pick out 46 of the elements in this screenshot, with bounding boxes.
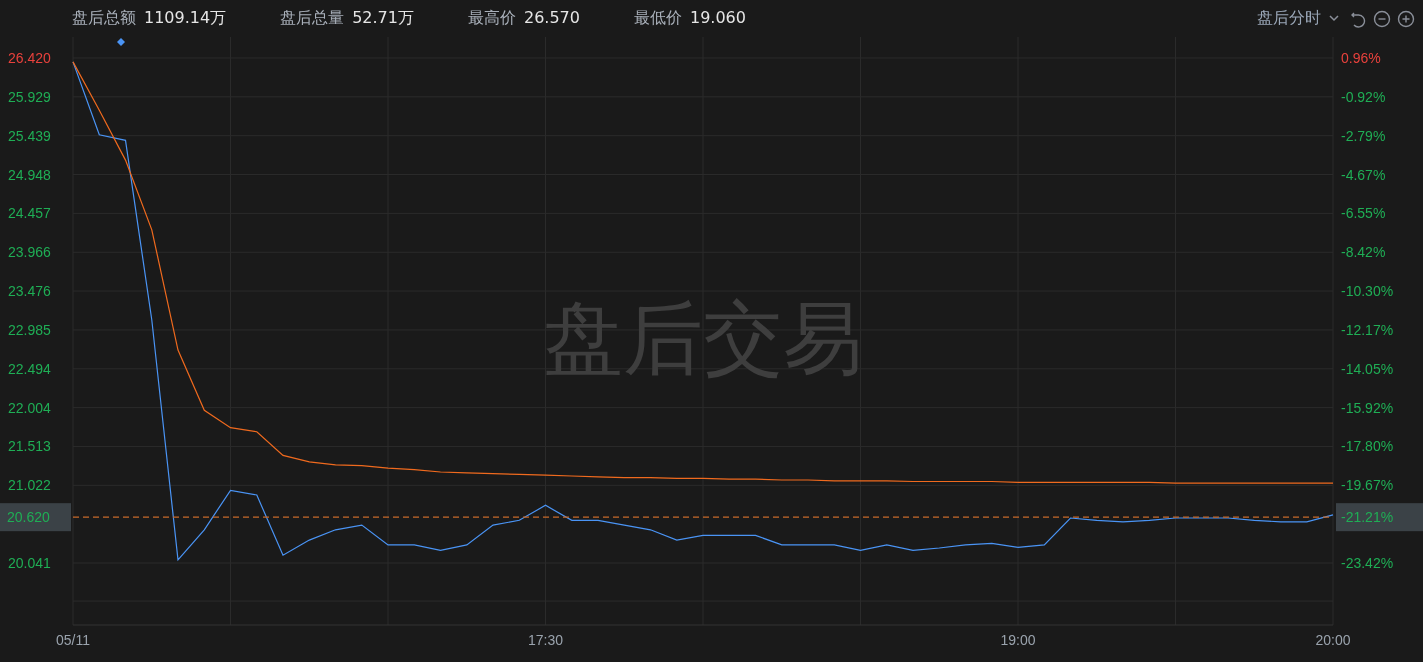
stat-value: 52.71万 <box>352 8 414 29</box>
stat-label: 盘后总额 <box>72 8 136 29</box>
reference-price: 20.620 <box>7 509 50 526</box>
axis-label: -4.67% <box>1341 166 1386 183</box>
axis-label: 22.004 <box>8 399 51 416</box>
axis-label: 20:00 <box>1315 632 1351 648</box>
axis-label: 24.457 <box>8 205 51 222</box>
stat-label: 最低价 <box>633 8 682 29</box>
axis-label: 0.96% <box>1341 50 1381 66</box>
stat-label: 盘后总量 <box>280 8 345 29</box>
axis-label: -19.67% <box>1341 477 1394 494</box>
axis-label: -8.42% <box>1341 244 1386 261</box>
axis-label: 22.985 <box>8 321 51 338</box>
zoom-in-icon[interactable] <box>1397 9 1415 28</box>
stat-value: 1109.14万 <box>144 8 227 29</box>
axis-label: 25.439 <box>8 127 51 144</box>
axis-label: 17:30 <box>528 632 563 648</box>
axis-label: -0.92% <box>1341 88 1386 105</box>
axis-label: -2.79% <box>1341 127 1386 144</box>
axis-label: 20.041 <box>8 555 51 571</box>
axis-label: 19:00 <box>1000 632 1036 648</box>
mode-dropdown[interactable]: 盘后分时 <box>1253 8 1343 29</box>
axis-label: 23.476 <box>8 283 51 300</box>
stat-label: 最高价 <box>468 8 516 29</box>
reference-label-box <box>0 503 71 532</box>
axis-label: -12.17% <box>1341 321 1394 338</box>
axis-label: -6.55% <box>1341 205 1386 222</box>
axis-label: -17.80% <box>1341 438 1394 455</box>
axis-label: 21.022 <box>8 477 51 494</box>
axis-label: 23.966 <box>8 244 51 261</box>
axis-label: -14.05% <box>1341 360 1394 377</box>
axis-label: 21.513 <box>8 438 51 455</box>
stat-value: 19.060 <box>689 8 746 29</box>
axis-label: 22.494 <box>8 360 51 377</box>
axis-label: 25.929 <box>8 88 51 105</box>
zoom-out-icon[interactable] <box>1373 9 1391 28</box>
axis-label: 26.420 <box>8 50 51 66</box>
axis-label: 05/11 <box>56 632 90 648</box>
reference-percent: -21.21% <box>1341 509 1394 526</box>
axis-label: -15.92% <box>1341 399 1394 416</box>
axis-label: 24.948 <box>8 166 51 183</box>
axis-label: -23.42% <box>1341 555 1394 571</box>
caret-icon <box>1329 15 1339 22</box>
stat-value: 26.570 <box>524 8 580 29</box>
diamond-icon <box>117 38 125 46</box>
axis-label: -10.30% <box>1341 283 1394 300</box>
